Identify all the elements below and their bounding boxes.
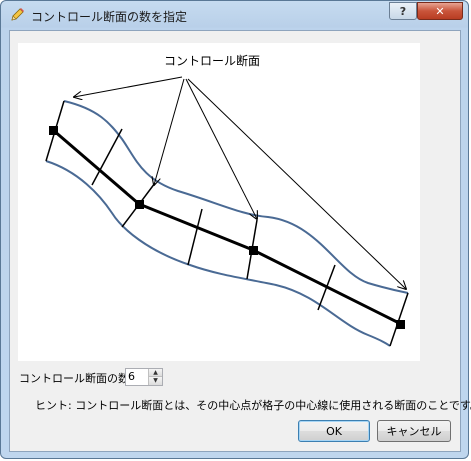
callout-arrow	[187, 78, 406, 289]
window-title: コントロール断面の数を指定	[31, 10, 188, 24]
section-count-value[interactable]: 6	[128, 370, 135, 383]
band-top-edge	[63, 100, 409, 294]
control-point	[49, 126, 58, 135]
section-line	[187, 208, 203, 266]
band-bottom-edge	[45, 160, 391, 347]
control-point	[396, 320, 405, 329]
callout-label: コントロール断面	[164, 53, 260, 68]
spin-down-icon[interactable]: ▼	[148, 377, 162, 385]
section-count-spinner[interactable]: 6 ▲ ▼	[125, 368, 163, 386]
control-point	[135, 200, 144, 209]
close-button[interactable]: ✕	[417, 2, 463, 20]
pencil-icon	[11, 8, 24, 21]
help-button[interactable]: ?	[389, 2, 417, 20]
cancel-button[interactable]: キャンセル	[377, 420, 451, 442]
control-section-diagram: コントロール断面	[18, 43, 420, 361]
control-point	[249, 246, 258, 255]
title-bar[interactable]: コントロール断面の数を指定 ? ✕	[1, 1, 470, 29]
spin-up-icon[interactable]: ▲	[148, 369, 162, 377]
callout-arrow	[74, 76, 183, 97]
section-count-label: コントロール断面の数:	[19, 372, 133, 385]
ok-button[interactable]: OK	[298, 420, 370, 442]
hint-text: ヒント: コントロール断面とは、その中心点が格子の中心線に使用される断面のことで…	[35, 399, 471, 412]
callout-arrow	[154, 78, 185, 185]
